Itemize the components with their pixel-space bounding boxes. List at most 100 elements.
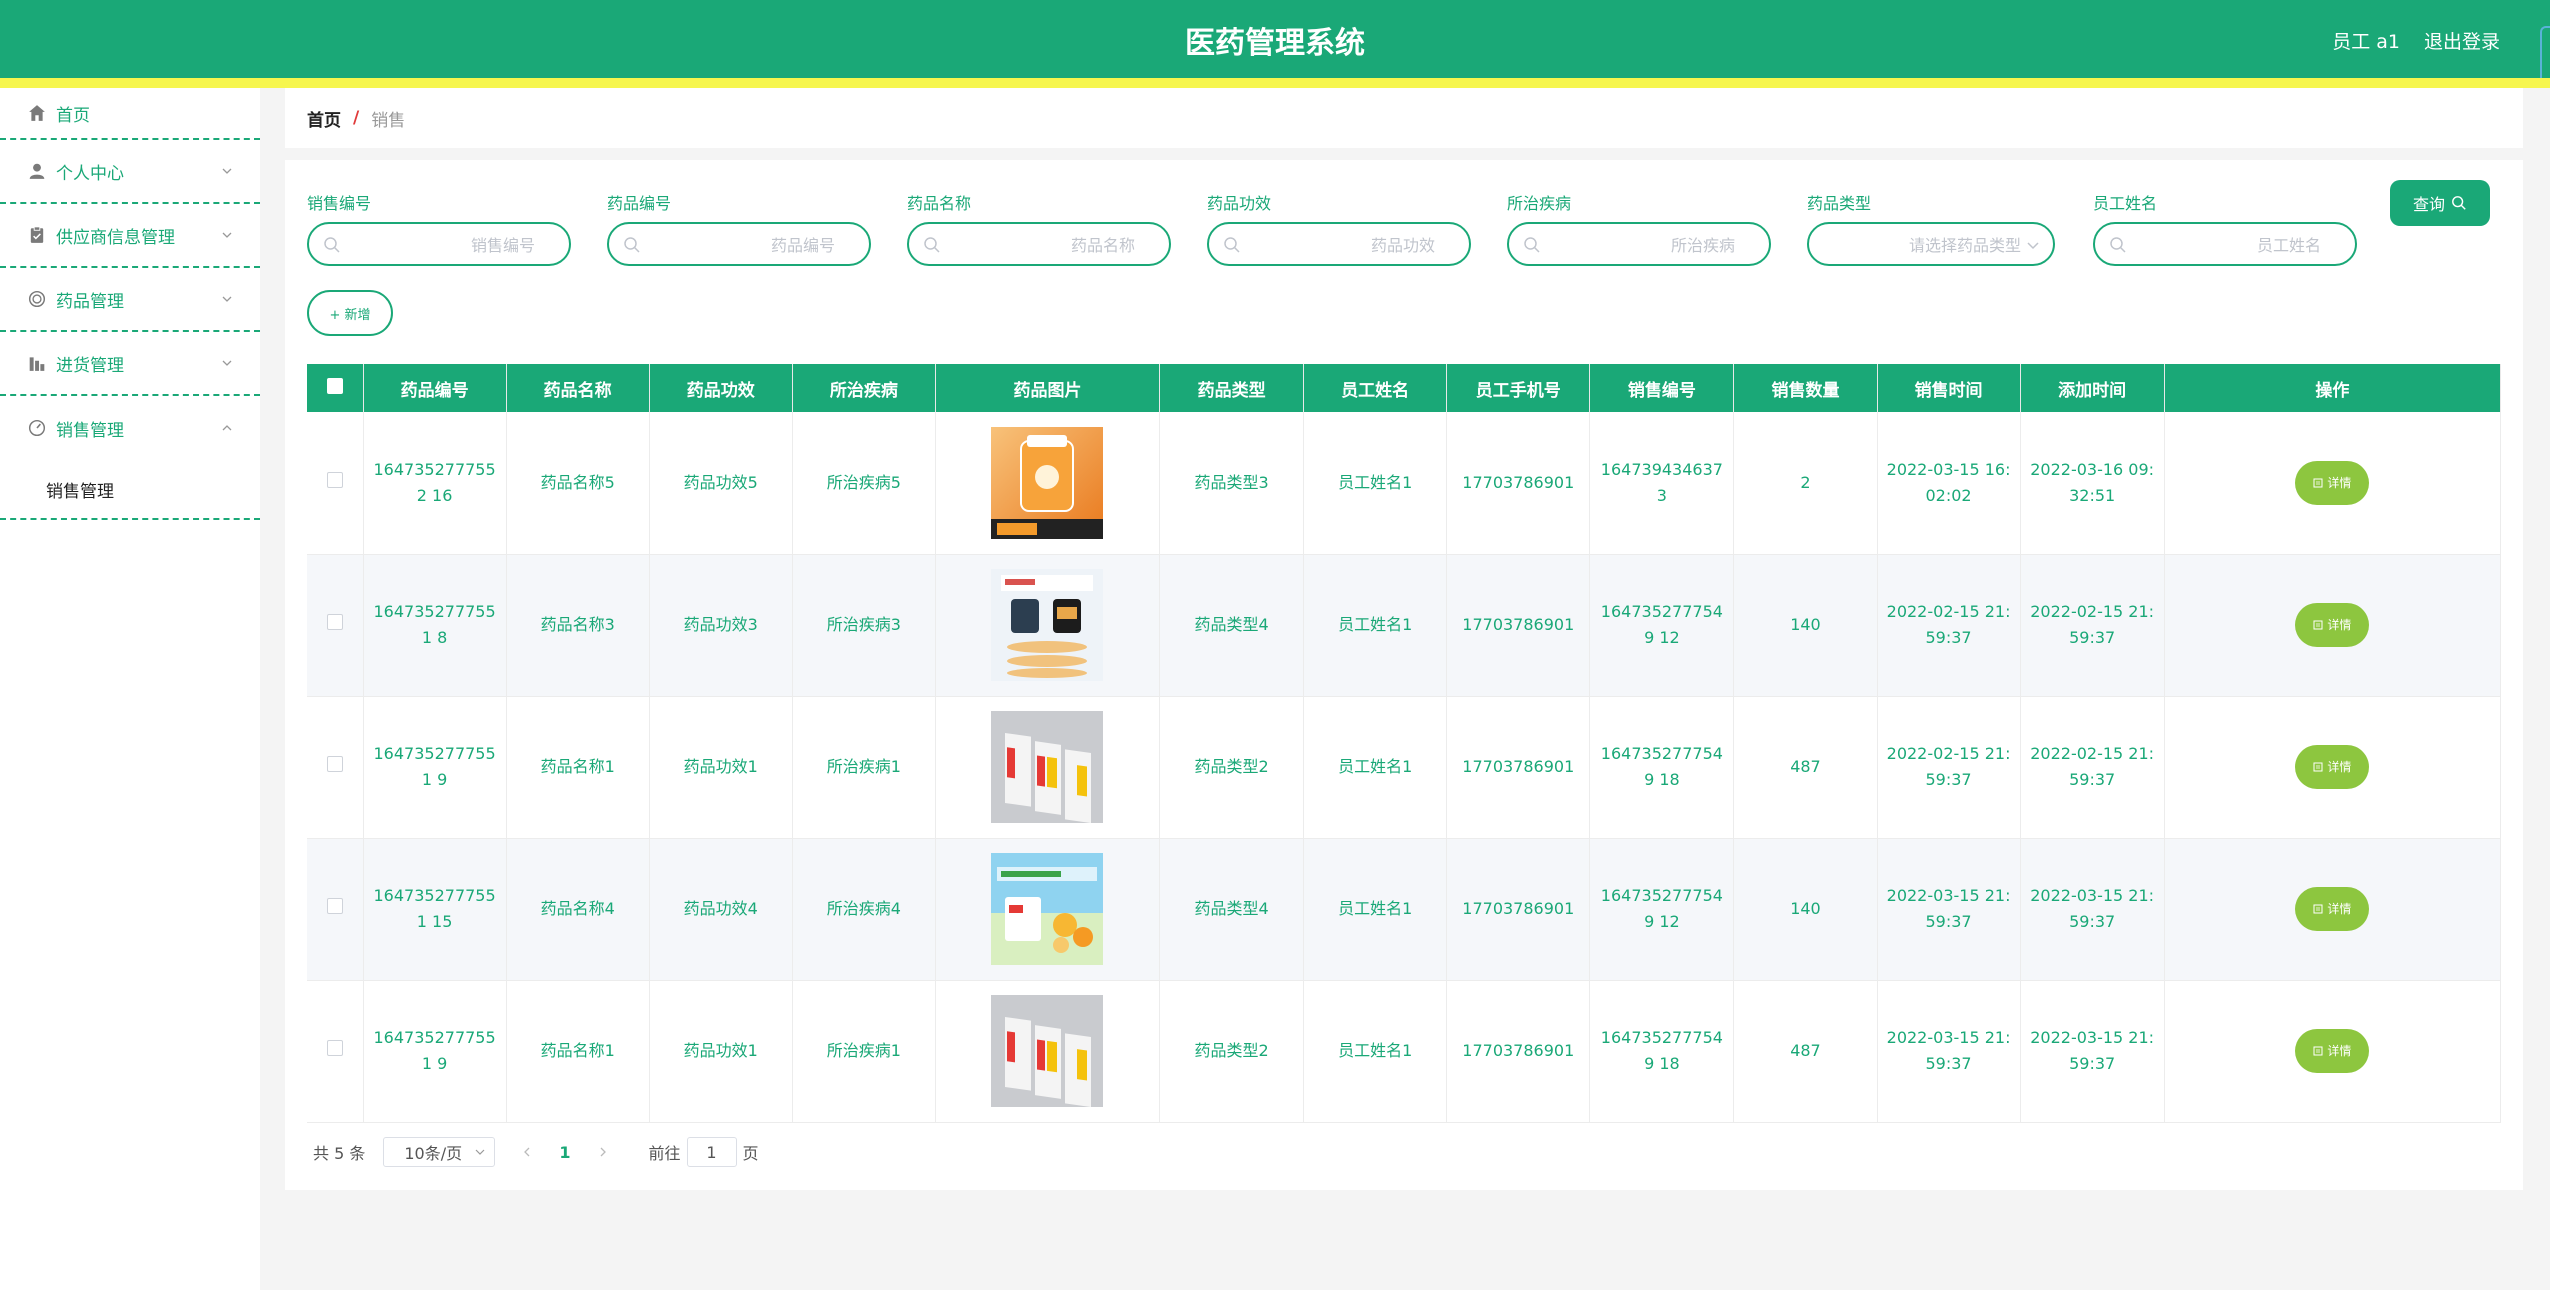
staff-name-input[interactable]: 员工姓名 xyxy=(2093,222,2357,266)
user-icon xyxy=(28,162,46,180)
sidebar-item-home[interactable]: 首页 xyxy=(0,88,260,140)
sidebar: 首页 个人中心 供应商信息管理 药品管理 进货管理 销售管理 销售管理 xyxy=(0,88,260,1290)
action-cell: 详情 xyxy=(2164,554,2502,697)
sale-no-cell: 1647352777549 12 xyxy=(1589,554,1735,697)
filter-sale-no: 销售编号 销售编号 xyxy=(307,190,571,266)
sale-qty-cell: 2 xyxy=(1733,412,1878,555)
input-placeholder: 所治疾病 xyxy=(1670,236,1735,255)
filter-label: 药品名称 xyxy=(907,194,972,213)
row-checkbox[interactable] xyxy=(326,1040,343,1056)
drug-type-select[interactable]: 请选择药品类型 xyxy=(1807,222,2055,266)
table-header-row: 药品编号 药品名称 药品功效 所治疾病 药品图片 药品类型 员工姓名 员工手机号… xyxy=(307,364,2502,412)
pagination: 共 5 条 10条/页 1 前往 1 页 xyxy=(313,1137,759,1167)
page-size-select[interactable]: 10条/页 xyxy=(383,1137,496,1167)
breadcrumb-separator: / xyxy=(353,108,360,128)
staff-phone-cell: 17703786901 xyxy=(1446,412,1591,555)
home-icon xyxy=(28,104,46,122)
detail-button[interactable]: 详情 xyxy=(2295,1029,2370,1073)
product-image-three-boxes xyxy=(991,995,1104,1107)
document-icon xyxy=(2313,1046,2323,1056)
sale-time-cell: 2022-03-15 21: 59:37 xyxy=(1877,838,2021,981)
drug-effect-input[interactable]: 药品功效 xyxy=(1207,222,1471,266)
side-tab-handle[interactable] xyxy=(2540,26,2550,86)
staff-name-cell: 员工姓名1 xyxy=(1303,838,1448,981)
sale-qty-cell: 140 xyxy=(1733,838,1878,981)
query-button-label: 查询 xyxy=(2412,195,2445,214)
action-cell: 详情 xyxy=(2164,838,2502,981)
sale-time-cell: 2022-02-15 21: 59:37 xyxy=(1877,554,2021,697)
drug-name-cell: 药品名称1 xyxy=(506,980,650,1123)
input-placeholder: 药品名称 xyxy=(1070,236,1135,255)
column-header: 员工姓名 xyxy=(1303,364,1448,412)
add-time-cell: 2022-03-15 21: 59:37 xyxy=(2020,838,2165,981)
disease-cell: 所治疾病3 xyxy=(792,554,936,697)
sale-no-input[interactable]: 销售编号 xyxy=(307,222,571,266)
row-checkbox[interactable] xyxy=(326,756,343,772)
drug-image-cell xyxy=(935,696,1161,839)
detail-button[interactable]: 详情 xyxy=(2295,603,2370,647)
product-image-orange-bottle xyxy=(991,426,1104,539)
search-icon xyxy=(1224,237,1240,253)
detail-button[interactable]: 详情 xyxy=(2295,460,2370,505)
drug-no-cell: 1647352777551 9 xyxy=(363,980,507,1123)
breadcrumb: 首页 / 销售 xyxy=(285,88,2523,148)
product-image-vitamin-c xyxy=(991,853,1104,965)
detail-button[interactable]: 详情 xyxy=(2295,887,2370,931)
sidebar-item-label: 销售管理 xyxy=(56,420,124,441)
goto-page-input[interactable]: 1 xyxy=(686,1137,737,1167)
next-page-button[interactable] xyxy=(597,1143,609,1162)
column-header: 药品功效 xyxy=(649,364,793,412)
drug-type-cell: 药品类型2 xyxy=(1159,980,1305,1123)
sidebar-item-purchase[interactable]: 进货管理 xyxy=(0,332,260,396)
input-placeholder: 药品功效 xyxy=(1370,236,1435,255)
staff-phone-cell: 17703786901 xyxy=(1446,980,1591,1123)
select-all-checkbox[interactable] xyxy=(326,377,343,394)
select-all-cell xyxy=(307,364,364,412)
detail-button-label: 详情 xyxy=(2327,760,2352,774)
breadcrumb-home[interactable]: 首页 xyxy=(307,106,341,131)
chevron-right-icon xyxy=(600,1147,606,1156)
sidebar-item-label: 个人中心 xyxy=(56,163,124,184)
drug-no-input[interactable]: 药品编号 xyxy=(607,222,871,266)
drug-effect-cell: 药品功效3 xyxy=(649,554,793,697)
disease-input[interactable]: 所治疾病 xyxy=(1507,222,1771,266)
query-button[interactable]: 查询 xyxy=(2390,180,2490,226)
staff-name-cell: 员工姓名1 xyxy=(1303,412,1448,555)
page-number[interactable]: 1 xyxy=(559,1143,570,1162)
product-image-three-boxes xyxy=(991,711,1104,823)
input-placeholder: 销售编号 xyxy=(470,236,535,255)
chevron-down-icon xyxy=(2027,242,2039,250)
sidebar-item-personal-center[interactable]: 个人中心 xyxy=(0,140,260,204)
sale-no-cell: 1647394346373 xyxy=(1589,412,1735,555)
search-icon xyxy=(2110,237,2126,253)
chevron-down-icon xyxy=(222,360,232,366)
search-icon xyxy=(324,237,340,253)
staff-name-cell: 员工姓名1 xyxy=(1303,696,1448,839)
filter-drug-no: 药品编号 药品编号 xyxy=(607,190,871,266)
column-header: 销售编号 xyxy=(1589,364,1735,412)
search-icon xyxy=(624,237,640,253)
row-checkbox[interactable] xyxy=(326,898,343,914)
sidebar-item-sales[interactable]: 销售管理 xyxy=(0,396,260,460)
add-time-cell: 2022-03-16 09: 32:51 xyxy=(2020,412,2165,555)
drug-image-cell xyxy=(935,980,1161,1123)
sidebar-item-supplier[interactable]: 供应商信息管理 xyxy=(0,204,260,268)
sale-no-cell: 1647352777549 12 xyxy=(1589,838,1735,981)
disease-cell: 所治疾病5 xyxy=(792,412,936,555)
add-time-cell: 2022-03-15 21: 59:37 xyxy=(2020,980,2165,1123)
filter-label: 药品功效 xyxy=(1207,194,1272,213)
detail-button[interactable]: 详情 xyxy=(2295,745,2370,789)
row-checkbox[interactable] xyxy=(326,471,343,488)
row-checkbox[interactable] xyxy=(326,614,343,630)
sidebar-item-drug[interactable]: 药品管理 xyxy=(0,268,260,332)
column-header: 药品编号 xyxy=(363,364,507,412)
drug-name-input[interactable]: 药品名称 xyxy=(907,222,1171,266)
search-icon xyxy=(1524,237,1540,253)
current-user-label: 员工 a1 xyxy=(2332,31,2400,53)
staff-name-cell: 员工姓名1 xyxy=(1303,980,1448,1123)
add-button[interactable]: + 新增 xyxy=(307,290,393,336)
prev-page-button[interactable] xyxy=(521,1143,533,1162)
action-cell: 详情 xyxy=(2164,696,2502,839)
logout-link[interactable]: 退出登录 xyxy=(2424,27,2500,54)
submenu-item-sales-management[interactable]: 销售管理 xyxy=(0,460,260,520)
